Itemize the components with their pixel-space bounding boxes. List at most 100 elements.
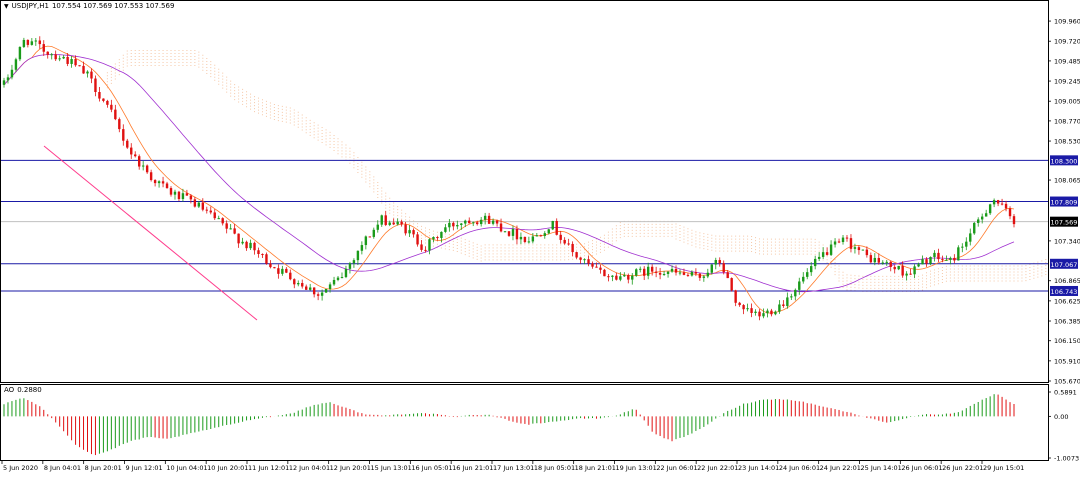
time-tick-label: 15 Jun 13:01 [371, 464, 412, 472]
candle-body [885, 261, 888, 263]
symbol-label: USDJPY,H1 [11, 2, 49, 10]
current-price-label: 107.569 [1051, 219, 1078, 227]
candle-body [881, 262, 884, 264]
candle-body [949, 257, 952, 260]
candle-body [774, 311, 777, 315]
candle-body [118, 119, 121, 130]
candle-body [710, 264, 713, 273]
candle-body [841, 237, 845, 243]
candle-body [368, 236, 372, 238]
candle-body [539, 235, 543, 237]
candle-body [137, 156, 141, 167]
candle-body [714, 260, 717, 265]
candle-body [364, 236, 368, 246]
candle-body [479, 219, 483, 225]
candle-body [798, 281, 801, 290]
candle-body [320, 292, 324, 296]
candle-body [340, 277, 344, 279]
candle-body [360, 245, 364, 251]
candle-body [833, 241, 837, 245]
time-tick-label: 26 Jun 06:01 [901, 464, 942, 472]
candle-body [54, 54, 57, 60]
candle-body [464, 220, 467, 224]
candle-body [603, 269, 606, 277]
candle-body [372, 229, 376, 237]
time-tick-label: 18 Jun 05:01 [534, 464, 575, 472]
time-tick-label: 12 Jun 04:01 [289, 464, 330, 472]
candle-body [639, 268, 642, 270]
candle-body [933, 252, 936, 257]
candle-body [145, 165, 149, 173]
menu-triangle-icon[interactable]: ▼ [4, 3, 9, 10]
candle-body [635, 269, 638, 276]
candle-body [909, 273, 912, 275]
candle-body [901, 265, 904, 276]
candle-body [646, 266, 650, 276]
price-tick-label: 108.770 [1054, 117, 1080, 125]
candle-body [10, 69, 14, 78]
candle-body [169, 188, 173, 195]
candle-body [511, 229, 515, 236]
candle-body [305, 286, 308, 290]
candle-body [571, 243, 574, 253]
candle-body [531, 236, 535, 242]
candle-body [134, 154, 137, 157]
candle-body [507, 231, 511, 236]
candle-body [106, 100, 109, 105]
ao-title: AO 0.2880 [4, 386, 42, 394]
time-tick-label: 23 Jun 14:01 [738, 464, 779, 472]
price-tick-label: 109.960 [1054, 18, 1080, 26]
candle-body [281, 268, 284, 274]
chart-title: ▼ USDJPY,H1 107.554 107.569 107.553 107.… [4, 2, 174, 10]
candle-body [233, 228, 236, 234]
candle-body [857, 247, 861, 251]
candle-body [746, 308, 749, 310]
candle-body [1012, 216, 1016, 225]
candle-body [213, 212, 216, 219]
candle-body [352, 260, 356, 264]
candle-body [173, 191, 177, 195]
candle-body [619, 276, 622, 280]
candle-body [738, 302, 741, 306]
time-tick-label: 16 Jun 05:01 [411, 464, 452, 472]
candle-body [583, 259, 586, 261]
candle-body [913, 266, 916, 275]
price-tick-label: 105.910 [1054, 357, 1080, 365]
candle-body [984, 213, 988, 217]
candle-body [627, 275, 630, 280]
candle-body [34, 40, 38, 42]
candle-body [277, 268, 280, 274]
chart-canvas[interactable]: 108.300 107.809 107.067 106.743 107.569 109.… [0, 0, 1080, 474]
candle-body [821, 252, 825, 257]
candle-body [237, 233, 240, 244]
candle-body [722, 263, 725, 273]
candle-body [483, 215, 487, 220]
candle-body [599, 267, 602, 270]
candle-body [905, 273, 908, 276]
candle-body [332, 279, 336, 285]
candle-body [694, 271, 698, 274]
candle-body [86, 71, 89, 74]
candle-body [678, 272, 682, 274]
candle-body [559, 234, 562, 240]
time-tick-label: 11 Jun 12:01 [248, 464, 289, 472]
candle-body [575, 252, 578, 258]
candle-body [245, 241, 248, 249]
candle-body [957, 247, 960, 261]
candle-body [225, 223, 228, 229]
candle-body [38, 40, 41, 45]
candle-body [380, 215, 383, 225]
candle-body [766, 310, 769, 314]
candle-body [316, 294, 320, 296]
candle-body [456, 225, 459, 227]
candle-body [404, 224, 407, 234]
candle-body [157, 181, 161, 184]
candle-body [945, 259, 948, 261]
candle-body [487, 215, 491, 224]
candle-body [440, 231, 443, 238]
candle-body [344, 268, 348, 278]
candle-body [249, 242, 252, 249]
candle-body [893, 266, 896, 270]
candle-body [988, 204, 992, 214]
candle-body [527, 241, 531, 243]
